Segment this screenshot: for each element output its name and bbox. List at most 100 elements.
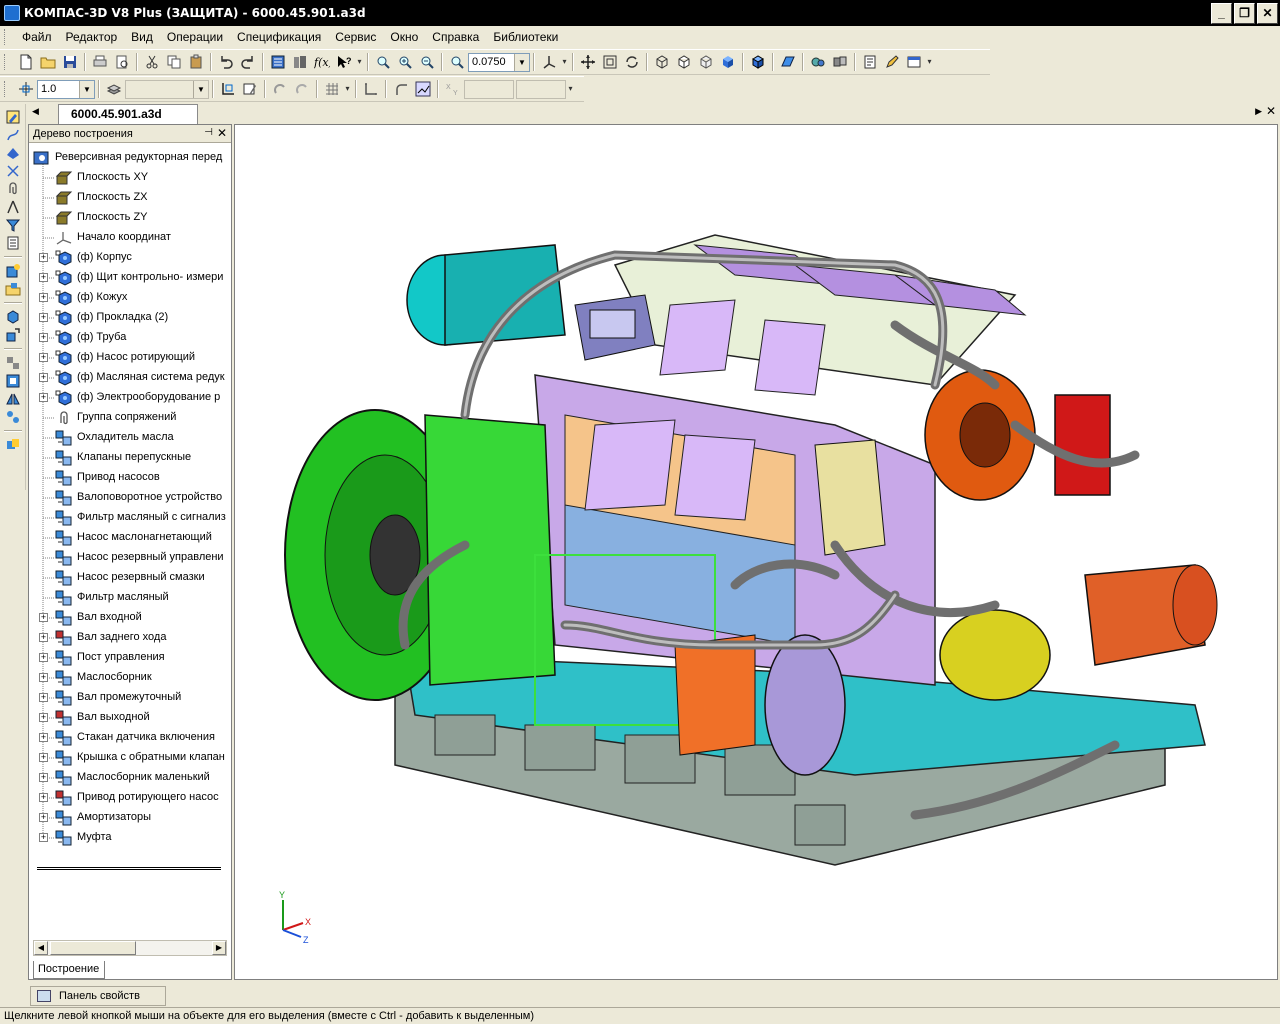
menu-service[interactable]: Сервис bbox=[328, 30, 383, 44]
menu-specification[interactable]: Спецификация bbox=[230, 30, 328, 44]
edit-sketch-button[interactable] bbox=[881, 51, 903, 73]
restore-button[interactable]: ❐ bbox=[1234, 3, 1255, 24]
tree-item[interactable]: Насос резервный управлени bbox=[29, 548, 231, 568]
expand-plus-icon[interactable]: + bbox=[39, 293, 48, 302]
menu-file[interactable]: Файл bbox=[15, 30, 59, 44]
expand-plus-icon[interactable]: + bbox=[39, 253, 48, 262]
filters-tool[interactable] bbox=[2, 216, 24, 234]
expand-plus-icon[interactable]: + bbox=[39, 633, 48, 642]
expand-plus-icon[interactable]: + bbox=[39, 693, 48, 702]
tab-scroll-right-icon[interactable]: ▶ bbox=[1255, 106, 1262, 117]
pin-icon[interactable]: ⊣ bbox=[204, 127, 213, 138]
toolbar-overflow-chevron[interactable]: ▾ bbox=[566, 78, 575, 100]
tree-item[interactable]: + Вал промежуточный bbox=[29, 688, 231, 708]
model-viewport[interactable]: Y X Z bbox=[234, 124, 1278, 980]
tree-item[interactable]: + (ф) Щит контрольно- измери bbox=[29, 268, 231, 288]
snap-local-button[interactable] bbox=[291, 78, 313, 100]
expand-plus-icon[interactable]: + bbox=[39, 613, 48, 622]
pattern-tool[interactable] bbox=[2, 408, 24, 426]
tree-item[interactable]: Насос маслонагнетающий bbox=[29, 528, 231, 548]
layer-combo[interactable]: ▼ bbox=[125, 79, 209, 99]
zoom-scale-button[interactable] bbox=[446, 51, 468, 73]
expand-plus-icon[interactable]: + bbox=[39, 273, 48, 282]
pan-button[interactable] bbox=[577, 51, 599, 73]
tree-item[interactable]: Насос резервный смазки bbox=[29, 568, 231, 588]
scroll-left-arrow-icon[interactable]: ◀ bbox=[34, 941, 48, 955]
expand-plus-icon[interactable]: + bbox=[39, 753, 48, 762]
toolbar-grip[interactable] bbox=[4, 81, 7, 97]
snap-button[interactable] bbox=[269, 78, 291, 100]
mates-tool[interactable] bbox=[2, 180, 24, 198]
current-layer-button[interactable] bbox=[103, 78, 125, 100]
collision-tool[interactable] bbox=[2, 436, 24, 454]
coord-y-field[interactable] bbox=[516, 79, 566, 99]
local-cs-button[interactable] bbox=[217, 78, 239, 100]
tree-panel-close-icon[interactable]: ✕ bbox=[217, 126, 227, 140]
tree-item[interactable]: + Крышка с обратными клапан bbox=[29, 748, 231, 768]
tree-item[interactable]: Охладитель масла bbox=[29, 428, 231, 448]
dynamic-input-button[interactable] bbox=[412, 78, 434, 100]
variables-button[interactable]: f(x) bbox=[311, 51, 333, 73]
menu-view[interactable]: Вид bbox=[124, 30, 160, 44]
scroll-thumb[interactable] bbox=[50, 941, 136, 955]
tree-item[interactable]: + (ф) Труба bbox=[29, 328, 231, 348]
minimize-button[interactable]: _ bbox=[1211, 3, 1232, 24]
expand-plus-icon[interactable]: + bbox=[39, 313, 48, 322]
tree-item[interactable]: + Стакан датчика включения bbox=[29, 728, 231, 748]
move-component-tool[interactable] bbox=[2, 326, 24, 344]
kompas-app-icon[interactable] bbox=[4, 5, 20, 21]
add-component-tool[interactable] bbox=[2, 262, 24, 280]
tree-item[interactable]: Привод насосов bbox=[29, 468, 231, 488]
assembly-components-button[interactable] bbox=[829, 51, 851, 73]
tree-item[interactable]: + (ф) Электрооборудование р bbox=[29, 388, 231, 408]
tree-item[interactable]: + (ф) Насос ротирующий bbox=[29, 348, 231, 368]
edit-part-tool[interactable] bbox=[2, 108, 24, 126]
specification-tool[interactable] bbox=[2, 234, 24, 252]
tree-item[interactable]: Реверсивная редукторная перед bbox=[29, 148, 231, 168]
properties-display-button[interactable] bbox=[903, 51, 925, 73]
create-part-tool[interactable] bbox=[2, 308, 24, 326]
expand-plus-icon[interactable]: + bbox=[39, 733, 48, 742]
zoom-out-button[interactable] bbox=[416, 51, 438, 73]
scroll-right-arrow-icon[interactable]: ▶ bbox=[212, 941, 226, 955]
tab-scroll-left-icon[interactable]: ◀ bbox=[32, 106, 39, 117]
tree-item[interactable]: + (ф) Корпус bbox=[29, 248, 231, 268]
spatial-curves-tool[interactable] bbox=[2, 126, 24, 144]
shaded-button[interactable] bbox=[717, 51, 739, 73]
tree-item[interactable]: Валоповоротное устройство bbox=[29, 488, 231, 508]
open-file-button[interactable] bbox=[37, 51, 59, 73]
tree-item[interactable]: Плоскость ZX bbox=[29, 188, 231, 208]
expand-plus-icon[interactable]: + bbox=[39, 673, 48, 682]
expand-plus-icon[interactable]: + bbox=[39, 793, 48, 802]
mirror-tool[interactable] bbox=[2, 390, 24, 408]
orientation-dropdown-chevron[interactable]: ▾ bbox=[560, 51, 569, 73]
surfaces-tool[interactable] bbox=[2, 144, 24, 162]
manager-button[interactable] bbox=[267, 51, 289, 73]
save-button[interactable] bbox=[59, 51, 81, 73]
component-properties-button[interactable] bbox=[807, 51, 829, 73]
copy-button[interactable] bbox=[163, 51, 185, 73]
tree-item[interactable]: + (ф) Кожух bbox=[29, 288, 231, 308]
tree-item[interactable]: + (ф) Масляная система редук bbox=[29, 368, 231, 388]
close-button[interactable]: ✕ bbox=[1257, 3, 1278, 24]
redo-button[interactable] bbox=[237, 51, 259, 73]
paste-button[interactable] bbox=[185, 51, 207, 73]
thin-hidden-lines-button[interactable] bbox=[695, 51, 717, 73]
expand-plus-icon[interactable]: + bbox=[39, 653, 48, 662]
chevron-down-icon[interactable]: ▼ bbox=[193, 80, 208, 98]
expand-plus-icon[interactable]: + bbox=[39, 713, 48, 722]
rotate-button[interactable] bbox=[621, 51, 643, 73]
tab-build[interactable]: Построение bbox=[33, 961, 105, 979]
fit-all-button[interactable] bbox=[599, 51, 621, 73]
tab-document[interactable]: 6000.45.901.a3d bbox=[58, 104, 198, 124]
chevron-down-icon[interactable]: ▼ bbox=[79, 80, 94, 98]
tree-item[interactable]: + Вал заднего хода bbox=[29, 628, 231, 648]
menu-help[interactable]: Справка bbox=[425, 30, 486, 44]
menu-grip[interactable] bbox=[4, 29, 7, 45]
menu-edit[interactable]: Редактор bbox=[59, 30, 125, 44]
tree-item[interactable]: + Амортизаторы bbox=[29, 808, 231, 828]
coordinates-button[interactable]: XY bbox=[442, 78, 464, 100]
coord-x-field[interactable] bbox=[464, 79, 514, 99]
library-button[interactable] bbox=[289, 51, 311, 73]
wireframe-button[interactable] bbox=[651, 51, 673, 73]
